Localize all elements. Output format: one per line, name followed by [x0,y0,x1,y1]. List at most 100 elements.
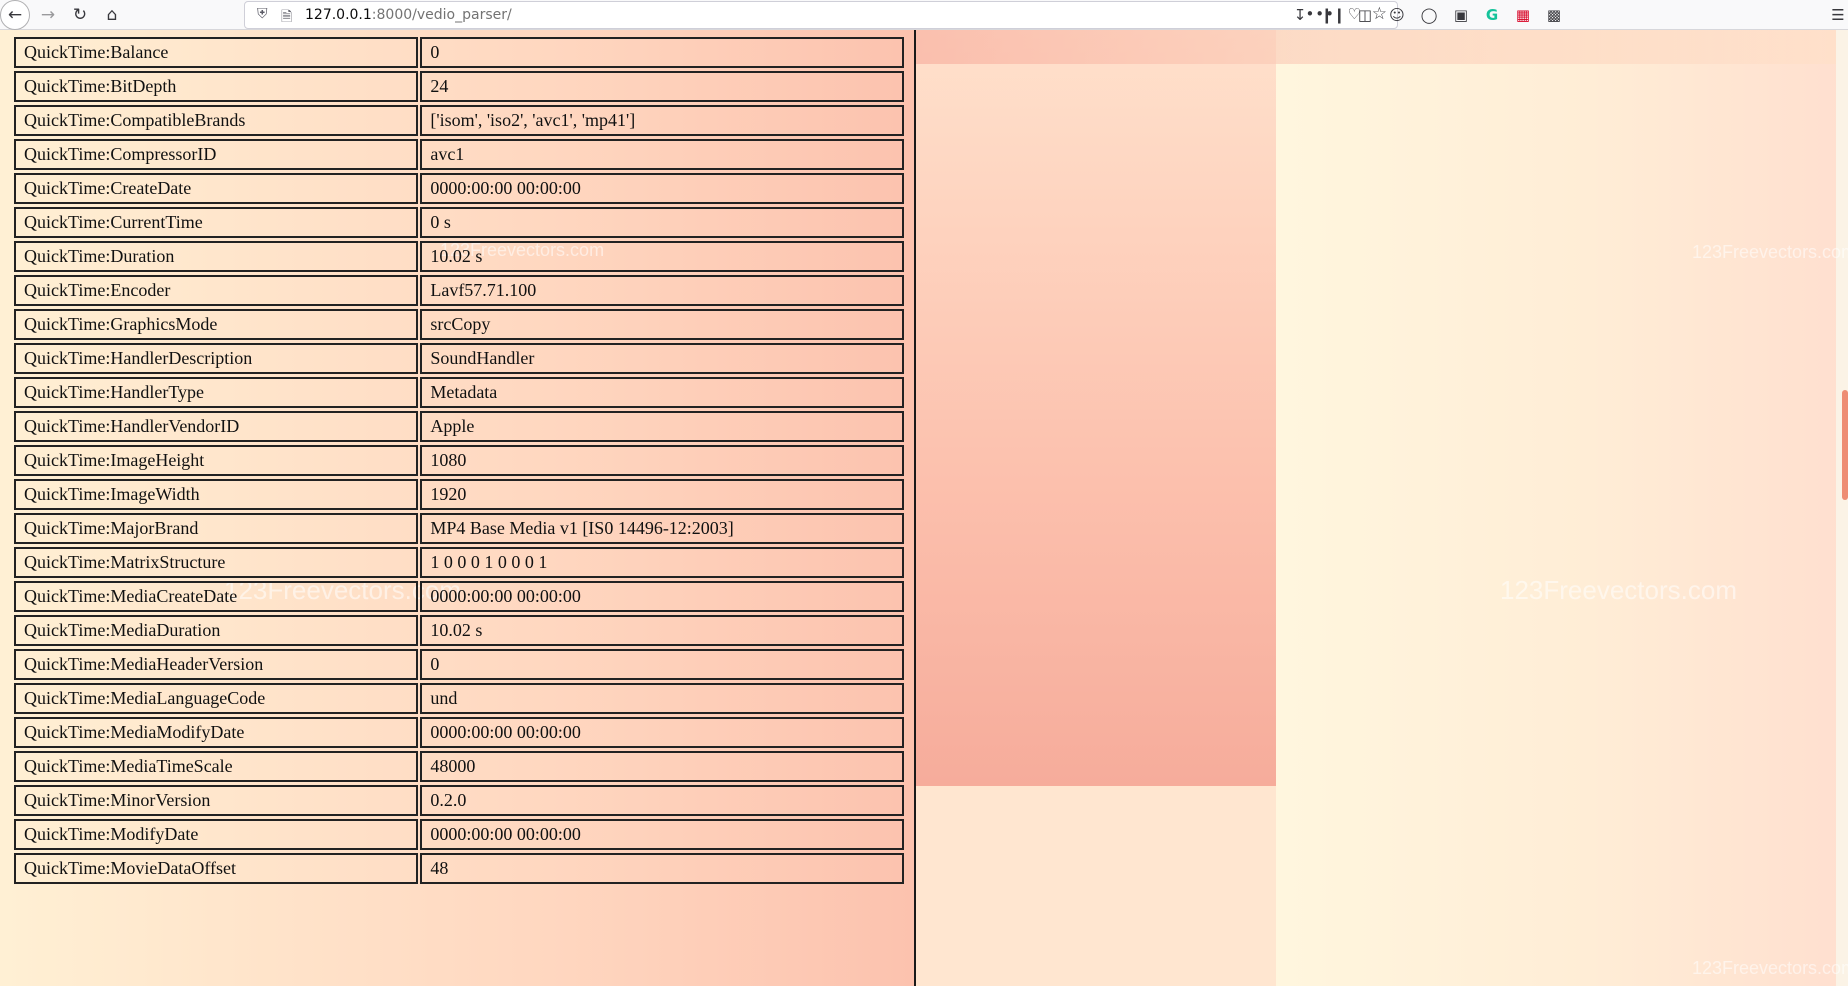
bg-right-edge [1836,30,1848,986]
column-divider [914,30,916,986]
field-value-cell: 0 [420,37,904,68]
field-name-cell: QuickTime:Encoder [14,275,419,306]
field-value-cell: avc1 [420,139,904,170]
table-row: QuickTime:Duration 10.02 s [14,241,904,272]
field-value-cell: 0 [420,649,904,680]
field-value-cell: 48 [420,853,904,884]
sidebar-icon[interactable]: ◫ [1355,5,1375,25]
table-row: QuickTime:CompressorID avc1 [14,139,904,170]
field-value-cell: 1 0 0 0 1 0 0 0 1 [420,547,904,578]
field-name-cell: QuickTime:MovieDataOffset [14,853,419,884]
library-icon[interactable]: ❙❙ [1320,5,1345,25]
url-text[interactable]: 127.0.0.1:8000/vedio_parser/ [305,7,512,23]
field-name-cell: QuickTime:HandlerVendorID [14,411,419,442]
table-row: QuickTime:CompatibleBrands ['isom', 'iso2… [14,105,904,136]
tracking-shield-icon[interactable]: ⛨ [257,6,268,22]
field-name-cell: QuickTime:MatrixStructure [14,547,419,578]
watermark-text: 123Freevectors.com [1692,242,1848,262]
url-path: :8000/vedio_parser/ [371,7,512,23]
hamburger-menu-icon[interactable]: ☰ [1828,5,1848,25]
metadata-table-body: QuickTime:Balance 0 QuickTime:BitDepth 24 Qu… [14,37,904,884]
table-row: QuickTime:Encoder Lavf57.71.100 [14,275,904,306]
table-row: QuickTime:MovieDataOffset 48 [14,853,904,884]
field-value-cell: 0000:00:00 00:00:00 [420,819,904,850]
field-name-cell: QuickTime:CreateDate [14,173,419,204]
table-row: QuickTime:MediaLanguageCode und [14,683,904,714]
table-row: QuickTime:CreateDate 0000:00:00 00:00:00 [14,173,904,204]
field-value-cell: 0.2.0 [420,785,904,816]
address-bar[interactable]: ⛨ 🗎 127.0.0.1:8000/vedio_parser/ ••• ♡ ☆ [244,1,1398,29]
back-arrow-icon[interactable]: ← [0,0,30,30]
field-value-cell: und [420,683,904,714]
forward-arrow-icon[interactable]: → [34,0,62,30]
table-row: QuickTime:ModifyDate 0000:00:00 00:00:00 [14,819,904,850]
field-name-cell: QuickTime:Balance [14,37,419,68]
table-row: QuickTime:MediaCreateDate 0000:00:00 00:0… [14,581,904,612]
field-value-cell: SoundHandler [420,343,904,374]
field-name-cell: QuickTime:GraphicsMode [14,309,419,340]
bg-top-band [916,30,1848,64]
home-icon[interactable]: ⌂ [98,0,126,30]
page-info-icon[interactable]: 🗎 [281,6,292,30]
field-name-cell: QuickTime:Duration [14,241,419,272]
field-value-cell: 1920 [420,479,904,510]
table-row: QuickTime:MajorBrand MP4 Base Media v1 [I… [14,513,904,544]
bg-right-panel [1276,30,1848,986]
field-name-cell: QuickTime:MediaTimeScale [14,751,419,782]
field-name-cell: QuickTime:MediaDuration [14,615,419,646]
field-name-cell: QuickTime:MajorBrand [14,513,419,544]
field-value-cell: MP4 Base Media v1 [IS0 14496-12:2003] [420,513,904,544]
field-name-cell: QuickTime:MediaLanguageCode [14,683,419,714]
url-host: 127.0.0.1 [305,7,372,23]
table-row: QuickTime:ImageWidth 1920 [14,479,904,510]
bg-middle-band [916,30,1276,786]
grammarly-icon[interactable]: G [1482,5,1502,25]
scrollbar-thumb[interactable] [1842,390,1848,500]
table-row: QuickTime:MatrixStructure 1 0 0 0 1 0 0 0… [14,547,904,578]
browser-toolbar: ← → ↻ ⌂ ⛨ 🗎 127.0.0.1:8000/vedio_parser/… [0,0,1848,30]
window-icon[interactable]: ▩ [1544,5,1564,25]
pdf-icon[interactable]: ▦ [1513,5,1533,25]
table-row: QuickTime:HandlerDescription SoundHandler [14,343,904,374]
field-value-cell: Metadata [420,377,904,408]
field-name-cell: QuickTime:BitDepth [14,71,419,102]
field-value-cell: 48000 [420,751,904,782]
field-name-cell: QuickTime:MediaModifyDate [14,717,419,748]
field-value-cell: 10.02 s [420,241,904,272]
field-value-cell: 0 s [420,207,904,238]
field-name-cell: QuickTime:ImageHeight [14,445,419,476]
table-row: QuickTime:MediaTimeScale 48000 [14,751,904,782]
table-row: QuickTime:ImageHeight 1080 [14,445,904,476]
table-row: QuickTime:GraphicsMode srcCopy [14,309,904,340]
table-row: QuickTime:HandlerType Metadata [14,377,904,408]
table-row: QuickTime:CurrentTime 0 s [14,207,904,238]
field-name-cell: QuickTime:MinorVersion [14,785,419,816]
reload-icon[interactable]: ↻ [66,0,94,30]
table-row: QuickTime:MediaDuration 10.02 s [14,615,904,646]
field-value-cell: 0000:00:00 00:00:00 [420,717,904,748]
table-row: QuickTime:BitDepth 24 [14,71,904,102]
account-icon[interactable]: ☺ [1387,5,1407,25]
field-value-cell: 1080 [420,445,904,476]
field-value-cell: 0000:00:00 00:00:00 [420,173,904,204]
screenshot-extension-icon[interactable]: ▣ [1451,5,1471,25]
field-name-cell: QuickTime:MediaCreateDate [14,581,419,612]
field-value-cell: Apple [420,411,904,442]
watermark-text: 123Freevectors.com [1500,575,1737,605]
field-value-cell: ['isom', 'iso2', 'avc1', 'mp41'] [420,105,904,136]
field-name-cell: QuickTime:HandlerDescription [14,343,419,374]
table-row: QuickTime:Balance 0 [14,37,904,68]
bg-middle-lower [916,786,1276,986]
field-value-cell: 10.02 s [420,615,904,646]
download-icon[interactable]: ↧ [1290,5,1310,25]
field-name-cell: QuickTime:ImageWidth [14,479,419,510]
field-value-cell: 24 [420,71,904,102]
field-name-cell: QuickTime:HandlerType [14,377,419,408]
watermark-text: 123Freevectors.com [1692,958,1848,978]
metadata-table: QuickTime:Balance 0 QuickTime:BitDepth 24 Qu… [12,34,906,887]
field-name-cell: QuickTime:CompatibleBrands [14,105,419,136]
globe-extension-icon[interactable]: ◯ [1419,5,1439,25]
field-name-cell: QuickTime:ModifyDate [14,819,419,850]
table-row: QuickTime:MediaHeaderVersion 0 [14,649,904,680]
field-value-cell: srcCopy [420,309,904,340]
